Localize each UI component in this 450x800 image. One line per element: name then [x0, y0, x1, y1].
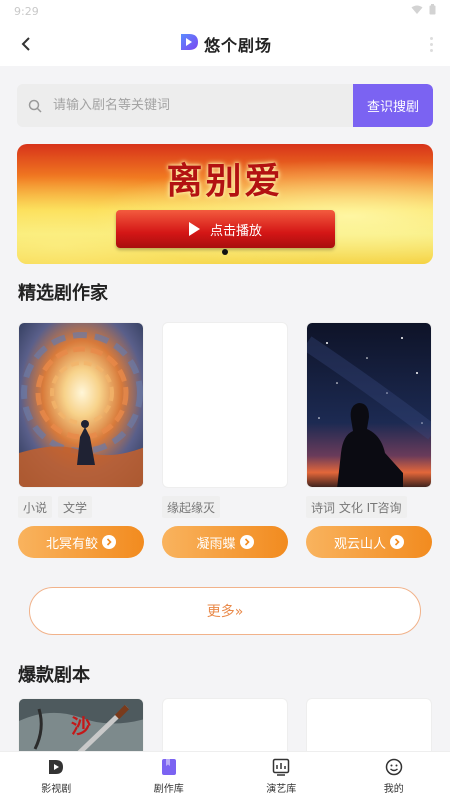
- smiley-icon: [384, 757, 404, 777]
- logo-icon: [46, 757, 66, 777]
- featured-writers-title: 精选剧作家: [18, 283, 108, 304]
- tab-profile[interactable]: 我的: [338, 752, 450, 800]
- dot: [429, 48, 433, 52]
- script-card[interactable]: [306, 698, 432, 758]
- script-card[interactable]: [162, 698, 288, 758]
- writer-card[interactable]: 小说 文学 北冥有鲛: [18, 322, 144, 558]
- play-icon: [188, 222, 200, 236]
- tab-label: 剧作库: [153, 784, 184, 795]
- search-icon: [17, 99, 53, 113]
- app-title: 悠个剧场: [203, 36, 272, 55]
- carousel-indicator: [222, 249, 228, 255]
- battery-icon: [429, 4, 436, 18]
- search-button[interactable]: 查识搜剧: [353, 84, 433, 127]
- back-button[interactable]: [14, 32, 38, 56]
- writer-tags: 小说 文学: [18, 496, 144, 518]
- writer-tags: 诗词 文化 IT咨询: [306, 496, 432, 518]
- tab-tv-series[interactable]: 影视剧: [0, 752, 113, 800]
- chevron-right-icon: [390, 535, 404, 549]
- status-time: 9:29: [14, 4, 39, 18]
- script-cover-image: 沙: [19, 699, 143, 758]
- search-bar: 查识搜剧: [17, 84, 433, 127]
- chart-icon: [271, 757, 291, 777]
- dot: [429, 36, 433, 40]
- search-input[interactable]: [53, 84, 353, 127]
- writer-tag: 诗词 文化 IT咨询: [306, 496, 407, 518]
- writer-card[interactable]: 缘起缘灭 凝雨蝶: [162, 322, 288, 558]
- tab-script-library[interactable]: 剧作库: [113, 752, 226, 800]
- writer-name: 凝雨蝶: [196, 536, 236, 552]
- writer-name-button[interactable]: 凝雨蝶: [162, 526, 288, 558]
- script-card[interactable]: 沙: [18, 698, 144, 758]
- promo-banner[interactable]: 离别爱 点击播放: [17, 144, 433, 264]
- writer-image-placeholder: [162, 322, 288, 488]
- top-nav-bar: 悠个剧场: [0, 22, 450, 66]
- banner-play-label: 点击播放: [209, 223, 262, 239]
- wifi-icon: [411, 5, 423, 18]
- tab-label: 影视剧: [41, 784, 72, 795]
- writer-name-button[interactable]: 北冥有鲛: [18, 526, 144, 558]
- writer-name-button[interactable]: 观云山人: [306, 526, 432, 558]
- writer-tag: 缘起缘灭: [162, 496, 221, 518]
- chevron-right-icon: [102, 535, 116, 549]
- svg-text:沙: 沙: [71, 714, 91, 738]
- more-writers-button[interactable]: 更多»: [29, 587, 421, 635]
- tab-label: 演艺库: [266, 784, 297, 795]
- writer-name: 观云山人: [333, 536, 386, 552]
- chevron-left-icon: [21, 37, 30, 51]
- banner-title: 离别爱: [166, 160, 284, 202]
- writer-image: [306, 322, 432, 488]
- writer-image: [18, 322, 144, 488]
- writer-card[interactable]: 诗词 文化 IT咨询 观云山人: [306, 322, 432, 558]
- writer-tag: 文学: [58, 496, 93, 518]
- app-logo-icon: [178, 31, 200, 57]
- tab-performer-library[interactable]: 演艺库: [225, 752, 338, 800]
- chevron-right-icon: [239, 535, 254, 549]
- bookmark-icon: [159, 757, 179, 777]
- more-options-button[interactable]: [426, 32, 436, 56]
- app-brand: 悠个剧场: [178, 31, 272, 57]
- bottom-tab-bar: 影视剧 剧作库 演艺库 我的: [0, 751, 450, 800]
- writer-tag: 小说: [18, 496, 53, 518]
- tab-label: 我的: [383, 784, 404, 795]
- banner-play-button[interactable]: 点击播放: [116, 210, 335, 248]
- writer-tags: 缘起缘灭: [162, 496, 288, 518]
- status-bar: 9:29: [0, 0, 450, 22]
- writer-name: 北冥有鲛: [45, 536, 98, 552]
- hot-scripts-title: 爆款剧本: [18, 665, 90, 686]
- dot: [429, 42, 433, 46]
